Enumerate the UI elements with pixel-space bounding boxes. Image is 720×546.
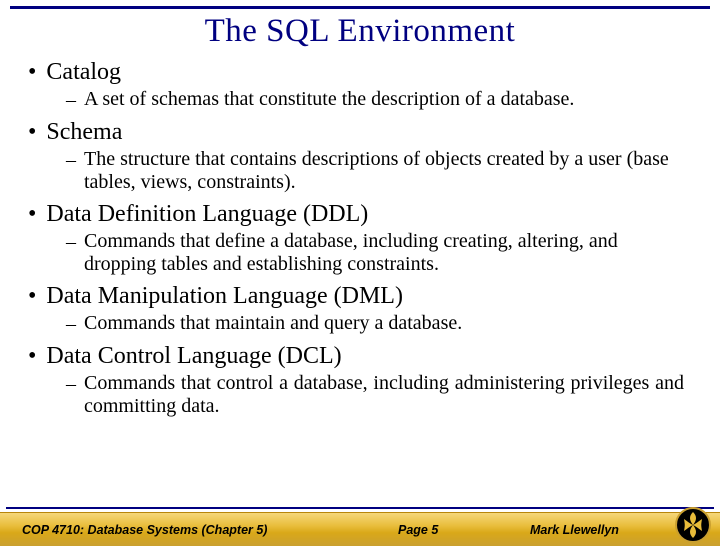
sub-text: Commands that define a database, includi… [84,230,684,276]
bullet-item: • Data Manipulation Language (DML) [28,282,702,310]
footer-divider [6,507,714,509]
bullet-item: • Schema [28,118,702,146]
sub-text: Commands that maintain and query a datab… [84,312,462,335]
bullet-item: • Catalog [28,58,702,86]
footer-bar: COP 4710: Database Systems (Chapter 5) P… [0,512,720,546]
bullet-heading: Data Control Language (DCL) [46,342,341,370]
sub-marker: – [66,148,76,172]
bullet-marker: • [28,58,36,86]
footer: COP 4710: Database Systems (Chapter 5) P… [0,507,720,546]
author-label: Mark Llewellyn [530,523,619,537]
slide-title: The SQL Environment [0,13,720,50]
course-label: COP 4710: Database Systems (Chapter 5) [22,523,267,537]
sub-marker: – [66,230,76,254]
bullet-item: • Data Control Language (DCL) [28,342,702,370]
bullet-marker: • [28,282,36,310]
sub-item: – Commands that maintain and query a dat… [66,312,702,336]
ucf-logo-icon [674,506,712,544]
sub-item: – Commands that define a database, inclu… [66,230,702,276]
sub-text: A set of schemas that constitute the des… [84,88,574,111]
bullet-item: • Data Definition Language (DDL) [28,200,702,228]
content-area: • Catalog – A set of schemas that consti… [0,58,720,418]
bullet-heading: Data Definition Language (DDL) [46,200,368,228]
bullet-marker: • [28,200,36,228]
sub-marker: – [66,312,76,336]
top-divider [10,6,710,9]
sub-text: Commands that control a database, includ… [84,372,684,418]
bullet-marker: • [28,342,36,370]
bullet-heading: Catalog [46,58,121,86]
page-label: Page 5 [398,523,438,537]
sub-item: – Commands that control a database, incl… [66,372,702,418]
sub-item: – The structure that contains descriptio… [66,148,702,194]
sub-marker: – [66,372,76,396]
sub-marker: – [66,88,76,112]
sub-text: The structure that contains descriptions… [84,148,684,194]
sub-item: – A set of schemas that constitute the d… [66,88,702,112]
bullet-heading: Schema [46,118,122,146]
bullet-heading: Data Manipulation Language (DML) [46,282,403,310]
bullet-marker: • [28,118,36,146]
